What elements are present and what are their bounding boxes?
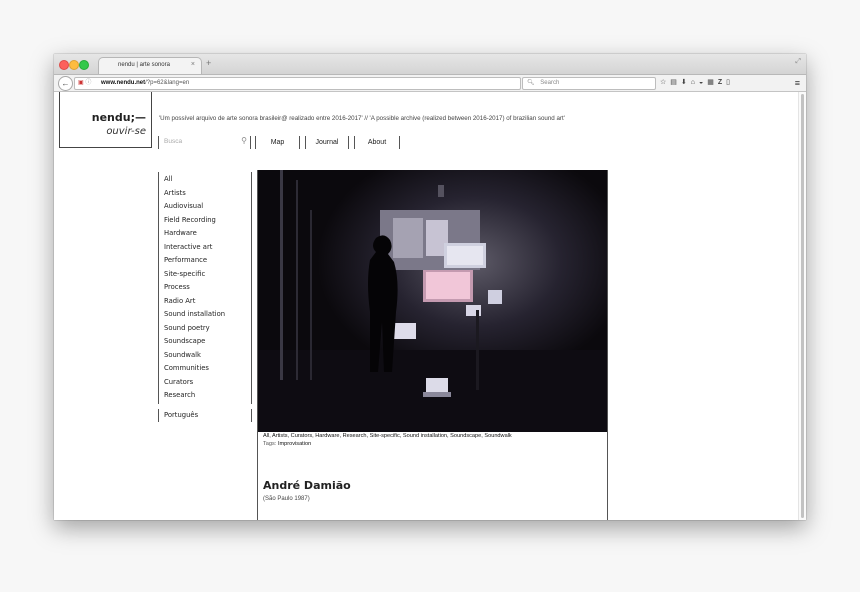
zotero-icon[interactable]: Z [718, 79, 726, 86]
extension-icon[interactable]: ▦ [707, 79, 718, 86]
category-item[interactable]: Radio Art [164, 295, 251, 309]
scrollbar-thumb[interactable] [801, 94, 804, 518]
article-card: All, Artists, Curators, Hardware, Resear… [257, 170, 608, 520]
category-item[interactable]: Interactive art [164, 241, 251, 255]
close-tab-icon[interactable]: × [191, 61, 195, 68]
tab-bar: nendu | arte sonora × + ⤢ [54, 54, 806, 75]
url-path: /?p=62&lang=en [145, 80, 190, 86]
article-subtitle: (São Paulo 1987) [263, 496, 310, 502]
top-navigation: Busca ⚲ Map Journal About [158, 136, 418, 150]
tags-label: Tags: [263, 441, 277, 447]
nav-map[interactable]: Map [255, 136, 300, 149]
star-icon[interactable]: ☆ [660, 79, 670, 86]
minimize-window-button[interactable] [69, 60, 79, 70]
search-icon: 🔍︎ [527, 80, 535, 86]
close-window-button[interactable] [59, 60, 69, 70]
article-categories[interactable]: All, Artists, Curators, Hardware, Resear… [263, 433, 512, 439]
category-item[interactable]: Process [164, 281, 251, 295]
url-bar[interactable]: ▣ ⓘ www.nendu.net/?p=62&lang=en ↻ [74, 77, 535, 90]
category-list: All Artists Audiovisual Field Recording … [158, 172, 252, 404]
language-switch[interactable]: Português [158, 408, 252, 422]
artist-photo-image [258, 170, 607, 432]
logo-main-text: nendu;— [91, 111, 146, 124]
toolbar-icons: ☆▤⬇⌂◒▦Z▯ [660, 77, 734, 89]
category-item[interactable]: Performance [164, 254, 251, 268]
category-item[interactable]: Soundscape [164, 335, 251, 349]
tab-nendu[interactable]: nendu | arte sonora × [98, 57, 202, 74]
page-scrollbar[interactable] [798, 92, 806, 520]
nav-about[interactable]: About [354, 136, 400, 149]
category-item[interactable]: Artists [164, 187, 251, 201]
site-search-placeholder: Busca [164, 138, 183, 145]
article-tags: Tags: Improvisation [263, 441, 311, 447]
lock-icon: ▣ ⓘ [78, 80, 92, 86]
info-icon: ⓘ [85, 80, 92, 86]
category-item[interactable]: Field Recording [164, 214, 251, 228]
tag-link[interactable]: Improvisation [278, 441, 311, 447]
hamburger-menu-icon[interactable]: ≡ [795, 77, 800, 89]
site-tagline: 'Um possível arquivo de arte sonora bras… [159, 115, 565, 122]
search-icon[interactable]: ⚲ [241, 136, 247, 145]
site-search-input[interactable]: Busca ⚲ [158, 136, 251, 149]
home-icon[interactable]: ⌂ [691, 79, 699, 86]
navigation-bar: ← ▣ ⓘ www.nendu.net/?p=62&lang=en ↻ 🔍︎ S… [54, 75, 806, 92]
artist-photo [258, 170, 607, 432]
category-item[interactable]: Research [164, 389, 251, 403]
category-item[interactable]: Sound installation [164, 308, 251, 322]
category-item[interactable]: Communities [164, 362, 251, 376]
logo-sub-text: ouvir-se [106, 126, 146, 137]
nav-journal[interactable]: Journal [305, 136, 349, 149]
page-content: nendu;— ouvir-se 'Um possível arquivo de… [54, 92, 799, 520]
download-icon[interactable]: ⬇ [681, 79, 691, 86]
category-item[interactable]: Audiovisual [164, 200, 251, 214]
reading-list-icon[interactable]: ▤ [670, 79, 681, 86]
category-item[interactable]: Sound poetry [164, 322, 251, 336]
site-logo[interactable]: nendu;— ouvir-se [59, 92, 152, 148]
category-sidebar: All Artists Audiovisual Field Recording … [158, 172, 252, 422]
category-item[interactable]: Hardware [164, 227, 251, 241]
browser-window: nendu | arte sonora × + ⤢ ← ▣ ⓘ www.nend… [54, 54, 806, 520]
fullscreen-icon[interactable]: ⤢ [795, 58, 801, 66]
article-title: André Damião [263, 479, 351, 492]
addon-icon[interactable]: ▯ [726, 79, 734, 86]
browser-search-input[interactable]: 🔍︎ Search [522, 77, 656, 90]
category-item[interactable]: Curators [164, 376, 251, 390]
tab-title: nendu | arte sonora [118, 62, 170, 68]
pocket-icon[interactable]: ◒ [699, 79, 707, 86]
zoom-window-button[interactable] [79, 60, 89, 70]
category-item[interactable]: All [164, 173, 251, 187]
category-item[interactable]: Soundwalk [164, 349, 251, 363]
category-item[interactable]: Site-specific [164, 268, 251, 282]
new-tab-button[interactable]: + [206, 59, 211, 68]
browser-search-placeholder: Search [540, 80, 560, 86]
url-host: www.nendu.net [101, 80, 146, 86]
url-text: www.nendu.net/?p=62&lang=en [101, 78, 189, 89]
back-icon[interactable]: ← [58, 76, 73, 91]
